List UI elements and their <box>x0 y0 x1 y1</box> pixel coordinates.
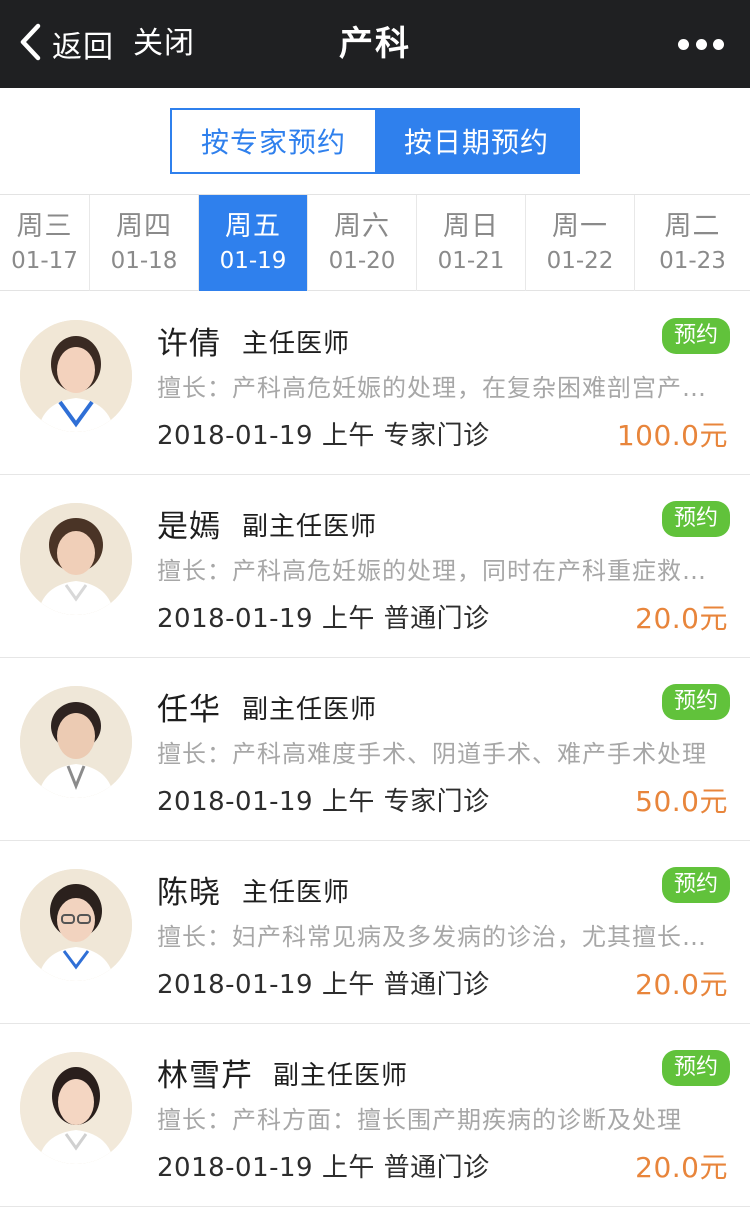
date-tab-selected[interactable]: 周五 01-19 <box>199 195 308 291</box>
book-button[interactable]: 预约 <box>662 318 730 354</box>
doctor-list-item[interactable]: 是嫣 副主任医师 预约 擅长：产科高危妊娠的处理，同时在产科重症救治方面经验丰富… <box>0 475 750 658</box>
doctor-name: 任华 <box>157 692 221 728</box>
date-tab[interactable]: 周六 01-20 <box>308 195 417 291</box>
date-tab-date: 01-19 <box>219 248 287 274</box>
close-button[interactable]: 关闭 <box>133 22 195 66</box>
doctor-specialty: 擅长：产科高危妊娠的处理，同时在产科重症救治方面经验丰富 <box>157 557 727 585</box>
date-tab-date: 01-17 <box>11 248 78 274</box>
doctor-avatar <box>20 686 132 798</box>
date-tab-weekday: 周三 <box>16 211 73 242</box>
doctor-list-item[interactable]: 林雪芹 副主任医师 预约 擅长：产科方面：擅长围产期疾病的诊断及处理 2018-… <box>0 1024 750 1207</box>
date-tab-weekday: 周日 <box>443 211 499 242</box>
doctor-list-item[interactable]: 许倩 主任医师 预约 擅长：产科高危妊娠的处理，在复杂困难剖宫产手术方面经验丰富… <box>0 292 750 475</box>
doctor-avatar <box>20 320 132 432</box>
appointment-slot: 2018-01-19 上午 普通门诊 <box>157 970 490 1000</box>
book-button[interactable]: 预约 <box>662 684 730 720</box>
date-tab-weekday: 周一 <box>552 211 608 242</box>
doctor-specialty: 擅长：产科方面：擅长围产期疾病的诊断及处理 <box>157 1106 682 1134</box>
doctor-name: 是嫣 <box>157 509 221 545</box>
date-tab[interactable]: 周日 01-21 <box>417 195 526 291</box>
book-button[interactable]: 预约 <box>662 867 730 903</box>
more-dots-icon[interactable] <box>678 34 724 54</box>
back-label: 返回 <box>52 30 114 65</box>
appointment-price: 50.0元 <box>635 785 728 818</box>
doctor-specialty: 擅长：产科高难度手术、阴道手术、难产手术处理 <box>157 740 707 768</box>
appointment-price: 100.0元 <box>616 419 728 452</box>
doctor-title: 副主任医师 <box>273 1061 409 1091</box>
tab-by-date[interactable]: 按日期预约 <box>375 110 578 172</box>
appointment-price: 20.0元 <box>635 602 728 635</box>
doctor-avatar <box>20 1052 132 1164</box>
book-button[interactable]: 预约 <box>662 1050 730 1086</box>
tab-by-expert[interactable]: 按专家预约 <box>172 110 375 172</box>
back-button[interactable]: 返回 <box>18 22 114 66</box>
doctor-specialty: 擅长：妇产科常见病及多发病的诊治，尤其擅长高危妊娠管理 <box>157 923 727 951</box>
doctor-avatar <box>20 869 132 981</box>
date-tab[interactable]: 周二 01-23 <box>635 195 750 291</box>
date-tab-date: 01-18 <box>110 248 178 274</box>
appointment-slot: 2018-01-19 上午 专家门诊 <box>157 421 490 451</box>
chevron-left-icon <box>18 22 44 66</box>
doctor-name: 林雪芹 <box>157 1058 253 1094</box>
top-nav-bar: 返回 关闭 产科 <box>0 0 750 88</box>
date-tab[interactable]: 周一 01-22 <box>526 195 635 291</box>
appointment-slot: 2018-01-19 上午 专家门诊 <box>157 787 490 817</box>
doctor-name: 许倩 <box>157 326 221 362</box>
appointment-slot: 2018-01-19 上午 普通门诊 <box>157 604 490 634</box>
appointment-price: 20.0元 <box>635 1151 728 1184</box>
doctor-title: 副主任医师 <box>242 695 378 725</box>
doctor-specialty: 擅长：产科高危妊娠的处理，在复杂困难剖宫产手术方面经验丰富 <box>157 374 727 402</box>
date-tab-weekday: 周二 <box>664 211 721 242</box>
date-tab-date: 01-23 <box>659 248 726 274</box>
doctor-list-item[interactable]: 任华 副主任医师 预约 擅长：产科高难度手术、阴道手术、难产手术处理 2018-… <box>0 658 750 841</box>
date-tab-date: 01-22 <box>546 248 614 274</box>
book-button[interactable]: 预约 <box>662 501 730 537</box>
appointment-price: 20.0元 <box>635 968 728 1001</box>
date-tab-date: 01-21 <box>437 248 505 274</box>
doctor-title: 主任医师 <box>242 329 351 359</box>
doctor-name: 陈晓 <box>157 875 221 911</box>
date-tab-weekday: 周四 <box>116 211 172 242</box>
doctor-list-item[interactable]: 陈晓 主任医师 预约 擅长：妇产科常见病及多发病的诊治，尤其擅长高危妊娠管理 2… <box>0 841 750 1024</box>
booking-mode-segment: 按专家预约 按日期预约 <box>170 108 580 174</box>
date-selector: 周三 01-17 周四 01-18 周五 01-19 周六 01-20 周日 0… <box>0 194 750 291</box>
date-tab-weekday: 周五 <box>225 211 281 242</box>
doctor-title: 主任医师 <box>242 878 351 908</box>
appointment-slot: 2018-01-19 上午 普通门诊 <box>157 1153 490 1183</box>
date-tab-date: 01-20 <box>328 248 396 274</box>
date-tab[interactable]: 周四 01-18 <box>90 195 199 291</box>
doctor-avatar <box>20 503 132 615</box>
doctor-title: 副主任医师 <box>242 512 378 542</box>
doctor-list: 许倩 主任医师 预约 擅长：产科高危妊娠的处理，在复杂困难剖宫产手术方面经验丰富… <box>0 292 750 1207</box>
date-tab[interactable]: 周三 01-17 <box>0 195 90 291</box>
date-tab-weekday: 周六 <box>334 211 390 242</box>
